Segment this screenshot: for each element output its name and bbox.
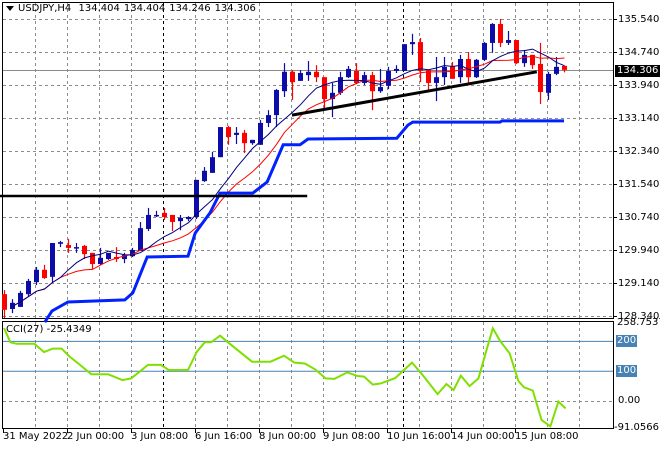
open-value: 134.404 <box>78 3 120 14</box>
candle-bear <box>354 70 359 83</box>
candle-bull <box>522 54 527 64</box>
price-axis-label: 132.340 <box>618 145 660 157</box>
candle-bull <box>394 68 399 71</box>
candle-bear <box>450 66 455 79</box>
candle-bull <box>210 157 215 173</box>
candle-bear <box>322 77 327 100</box>
low-value: 134.246 <box>169 3 211 14</box>
candle-bull <box>346 68 351 78</box>
candle-bear <box>226 127 231 137</box>
price-axis-label: 135.540 <box>618 13 660 25</box>
candle-bear <box>82 245 87 255</box>
candle-bull <box>554 66 559 74</box>
slow-moving-average-line <box>12 55 565 307</box>
candle-bull <box>490 23 495 43</box>
close-value: 134.306 <box>214 3 256 14</box>
time-axis-label: 31 May 2022 <box>3 431 69 442</box>
candle-bull <box>18 292 23 307</box>
candle-bull <box>218 127 223 158</box>
candle-bull <box>146 214 151 229</box>
candle-bull <box>74 247 79 249</box>
trendline[interactable] <box>291 70 538 117</box>
candle-bull <box>298 73 303 81</box>
candle-bull <box>362 75 367 83</box>
candle-bull <box>186 216 191 220</box>
price-chart[interactable] <box>0 0 660 450</box>
high-value: 134.404 <box>123 3 166 14</box>
candle-bull <box>338 77 343 93</box>
candle-bull <box>410 42 415 45</box>
price-axis-label: 133.940 <box>618 79 660 91</box>
candle-bear <box>242 132 247 144</box>
price-axis-label: 130.740 <box>618 211 660 223</box>
time-axis-label: 6 Jun 16:00 <box>195 431 253 442</box>
candle-bull <box>274 89 279 116</box>
dropdown-triangle-icon[interactable] <box>6 5 14 11</box>
price-axis-label: 131.540 <box>618 178 660 190</box>
candle-bear <box>498 23 503 43</box>
main-panel-frame <box>2 2 614 319</box>
candle-bull <box>34 269 39 283</box>
candle-bull <box>106 252 111 260</box>
cci-level-200-label: 200 <box>616 335 638 348</box>
candle-bear <box>418 42 423 71</box>
candle-bear <box>170 214 175 222</box>
chart-header: USDJPY,H4 134.404 134.404 134.246 134.306 <box>6 3 260 14</box>
time-axis-label: 10 Jun 16:00 <box>387 431 451 442</box>
candle-bull <box>474 59 479 78</box>
time-axis-label: 2 Jun 00:00 <box>67 431 125 442</box>
price-axis-label: 133.140 <box>618 112 660 124</box>
candle-bull <box>154 214 159 217</box>
candle-bear <box>290 71 295 83</box>
candle-bull <box>506 40 511 43</box>
candle-bull <box>58 242 63 244</box>
candle-bull <box>434 77 439 83</box>
time-axis-label: 9 Jun 08:00 <box>323 431 381 442</box>
candle-bull <box>202 170 207 182</box>
time-axis-label: 8 Jun 00:00 <box>259 431 317 442</box>
candle-bull <box>26 280 31 295</box>
candle-bull <box>178 217 183 222</box>
candle-bear <box>562 65 567 70</box>
cci-min-label: -91.0566 <box>614 422 659 434</box>
current-price-label: 134.306 <box>615 64 660 77</box>
candle-bear <box>162 212 167 217</box>
candle-bull <box>546 73 551 93</box>
trading-chart-window[interactable]: USDJPY,H4 134.404 134.404 134.246 134.306 C… <box>0 0 660 450</box>
cci-max-label: 258.7537 <box>617 316 660 328</box>
candle-bear <box>90 252 95 265</box>
candle-bull <box>306 71 311 76</box>
cci-zero-label: 0.00 <box>618 395 641 406</box>
candle-bear <box>66 245 71 248</box>
cci-line <box>3 325 567 428</box>
price-axis-label: 129.140 <box>618 277 660 289</box>
cci-name: CCI(27) <box>6 324 44 335</box>
candle-bull <box>402 44 407 71</box>
time-axis-label: 3 Jun 08:00 <box>131 431 189 442</box>
candle-bull <box>138 228 143 251</box>
time-axis-label: 15 Jun 08:00 <box>515 431 579 442</box>
cci-header: CCI(27) -25.4349 <box>6 324 92 335</box>
candle-bull <box>50 242 55 277</box>
candle-bear <box>42 269 47 279</box>
candle-bull <box>482 42 487 60</box>
symbol-label: USDJPY,H4 <box>18 3 72 14</box>
cci-value: -25.4349 <box>46 324 92 335</box>
cci-level-100-label: 100 <box>616 365 638 378</box>
candle-bear <box>314 71 319 78</box>
candle-bull <box>250 139 255 144</box>
time-axis-label: 14 Jun 00:00 <box>451 431 515 442</box>
candle-bull <box>386 70 391 86</box>
price-axis-label: 129.940 <box>618 244 660 256</box>
candle-bear <box>2 294 7 310</box>
candle-bull <box>378 87 383 92</box>
candle-bull <box>282 71 287 92</box>
candle-bull <box>98 257 103 265</box>
candle-bull <box>234 132 239 135</box>
candle-bull <box>194 179 199 217</box>
candle-bull <box>458 59 463 78</box>
candle-bear <box>538 63 543 93</box>
candle-bull <box>266 115 271 123</box>
price-axis-label: 134.740 <box>618 46 660 58</box>
